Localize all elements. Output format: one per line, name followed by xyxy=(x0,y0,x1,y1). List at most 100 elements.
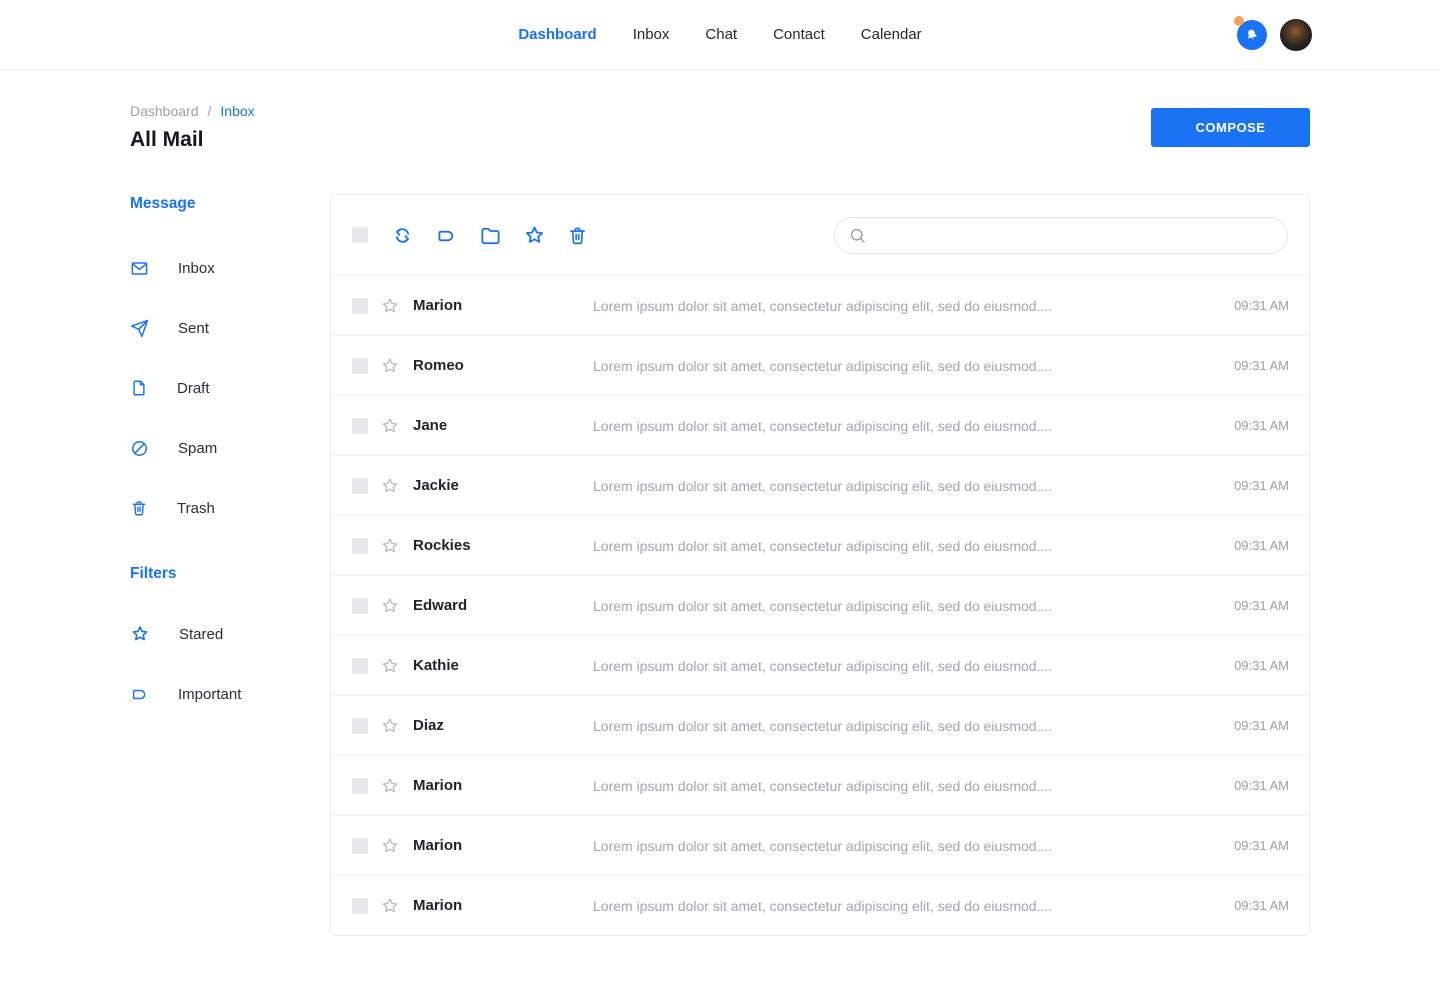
message-time: 09:31 AM xyxy=(1234,418,1289,433)
nav-item-chat[interactable]: Chat xyxy=(705,26,737,43)
message-time: 09:31 AM xyxy=(1234,898,1289,913)
row-checkbox[interactable] xyxy=(352,838,368,854)
row-checkbox[interactable] xyxy=(352,418,368,434)
mail-row[interactable]: Marion Lorem ipsum dolor sit amet, conse… xyxy=(331,875,1309,935)
sidebar-item-label: Draft xyxy=(177,380,210,397)
row-checkbox[interactable] xyxy=(352,898,368,914)
top-nav: Dashboard Inbox Chat Contact Calendar xyxy=(518,26,921,43)
sidebar-item-stared[interactable]: Stared xyxy=(130,604,330,664)
page-title: All Mail xyxy=(130,128,255,152)
message-preview: Lorem ipsum dolor sit amet, consectetur … xyxy=(593,898,1218,914)
mail-row[interactable]: Jane Lorem ipsum dolor sit amet, consect… xyxy=(331,395,1309,455)
row-checkbox[interactable] xyxy=(352,718,368,734)
star-icon[interactable] xyxy=(380,356,400,376)
message-preview: Lorem ipsum dolor sit amet, consectetur … xyxy=(593,658,1218,674)
header-actions xyxy=(1237,19,1312,51)
nav-item-inbox[interactable]: Inbox xyxy=(633,26,670,43)
message-time: 09:31 AM xyxy=(1234,298,1289,313)
notification-badge xyxy=(1234,16,1244,26)
nav-item-dashboard[interactable]: Dashboard xyxy=(518,26,596,43)
trash-icon[interactable] xyxy=(567,225,588,246)
mail-row[interactable]: Marion Lorem ipsum dolor sit amet, conse… xyxy=(331,275,1309,335)
trash-icon xyxy=(130,499,148,517)
mail-row[interactable]: Jackie Lorem ipsum dolor sit amet, conse… xyxy=(331,455,1309,515)
message-time: 09:31 AM xyxy=(1234,658,1289,673)
page-head: Dashboard / Inbox All Mail COMPOSE xyxy=(130,103,1310,152)
row-checkbox[interactable] xyxy=(352,358,368,374)
row-checkbox[interactable] xyxy=(352,478,368,494)
mail-row[interactable]: Rockies Lorem ipsum dolor sit amet, cons… xyxy=(331,515,1309,575)
message-preview: Lorem ipsum dolor sit amet, consectetur … xyxy=(593,838,1218,854)
sidebar-item-draft[interactable]: Draft xyxy=(130,358,330,418)
compose-button[interactable]: COMPOSE xyxy=(1151,108,1310,147)
search-input[interactable] xyxy=(876,227,1274,243)
sidebar-item-sent[interactable]: Sent xyxy=(130,298,330,358)
breadcrumb-dashboard[interactable]: Dashboard xyxy=(130,103,199,119)
row-checkbox[interactable] xyxy=(352,298,368,314)
mail-row[interactable]: Diaz Lorem ipsum dolor sit amet, consect… xyxy=(331,695,1309,755)
mail-list: Marion Lorem ipsum dolor sit amet, conse… xyxy=(331,275,1309,935)
star-icon xyxy=(130,624,150,644)
app-header: Dashboard Inbox Chat Contact Calendar xyxy=(0,0,1440,70)
message-preview: Lorem ipsum dolor sit amet, consectetur … xyxy=(593,478,1218,494)
sidebar-item-spam[interactable]: Spam xyxy=(130,418,330,478)
mail-panel: Marion Lorem ipsum dolor sit amet, conse… xyxy=(330,194,1310,936)
star-icon[interactable] xyxy=(380,716,400,736)
row-checkbox[interactable] xyxy=(352,658,368,674)
refresh-icon[interactable] xyxy=(391,224,414,247)
message-preview: Lorem ipsum dolor sit amet, consectetur … xyxy=(593,718,1218,734)
folder-icon[interactable] xyxy=(479,224,502,247)
star-icon[interactable] xyxy=(380,536,400,556)
send-icon xyxy=(130,319,149,338)
nav-item-contact[interactable]: Contact xyxy=(773,26,825,43)
message-time: 09:31 AM xyxy=(1234,538,1289,553)
sidebar-item-trash[interactable]: Trash xyxy=(130,478,330,538)
sender-name: Marion xyxy=(413,837,593,854)
message-time: 09:31 AM xyxy=(1234,478,1289,493)
label-icon[interactable] xyxy=(435,224,458,247)
sender-name: Jane xyxy=(413,417,593,434)
star-icon[interactable] xyxy=(380,416,400,436)
star-icon[interactable] xyxy=(380,476,400,496)
mail-row[interactable]: Marion Lorem ipsum dolor sit amet, conse… xyxy=(331,815,1309,875)
sender-name: Jackie xyxy=(413,477,593,494)
sidebar-item-label: Inbox xyxy=(178,260,215,277)
mail-row[interactable]: Romeo Lorem ipsum dolor sit amet, consec… xyxy=(331,335,1309,395)
select-all-checkbox[interactable] xyxy=(352,227,368,243)
star-icon[interactable] xyxy=(380,656,400,676)
mail-toolbar xyxy=(331,195,1309,275)
star-icon[interactable] xyxy=(380,296,400,316)
sender-name: Kathie xyxy=(413,657,593,674)
sidebar-item-label: Trash xyxy=(177,500,215,517)
message-preview: Lorem ipsum dolor sit amet, consectetur … xyxy=(593,538,1218,554)
notification-bell-icon[interactable] xyxy=(1237,20,1267,50)
message-preview: Lorem ipsum dolor sit amet, consectetur … xyxy=(593,778,1218,794)
star-icon[interactable] xyxy=(380,596,400,616)
row-checkbox[interactable] xyxy=(352,778,368,794)
message-preview: Lorem ipsum dolor sit amet, consectetur … xyxy=(593,298,1218,314)
row-checkbox[interactable] xyxy=(352,598,368,614)
mail-row[interactable]: Kathie Lorem ipsum dolor sit amet, conse… xyxy=(331,635,1309,695)
sidebar-item-inbox[interactable]: Inbox xyxy=(130,238,330,298)
star-icon[interactable] xyxy=(523,224,546,247)
star-icon[interactable] xyxy=(380,836,400,856)
user-avatar[interactable] xyxy=(1280,19,1312,51)
sender-name: Marion xyxy=(413,297,593,314)
row-checkbox[interactable] xyxy=(352,538,368,554)
search-icon xyxy=(848,226,867,245)
message-preview: Lorem ipsum dolor sit amet, consectetur … xyxy=(593,598,1218,614)
message-preview: Lorem ipsum dolor sit amet, consectetur … xyxy=(593,358,1218,374)
breadcrumb-inbox[interactable]: Inbox xyxy=(220,103,254,119)
mail-row[interactable]: Marion Lorem ipsum dolor sit amet, conse… xyxy=(331,755,1309,815)
sender-name: Romeo xyxy=(413,357,593,374)
star-icon[interactable] xyxy=(380,896,400,916)
sidebar-item-important[interactable]: Important xyxy=(130,664,330,724)
star-icon[interactable] xyxy=(380,776,400,796)
mail-row[interactable]: Edward Lorem ipsum dolor sit amet, conse… xyxy=(331,575,1309,635)
nav-item-calendar[interactable]: Calendar xyxy=(861,26,922,43)
breadcrumb: Dashboard / Inbox xyxy=(130,103,255,119)
label-icon xyxy=(130,685,149,704)
sender-name: Edward xyxy=(413,597,593,614)
breadcrumb-separator: / xyxy=(208,103,212,119)
sidebar-item-label: Important xyxy=(178,686,241,703)
